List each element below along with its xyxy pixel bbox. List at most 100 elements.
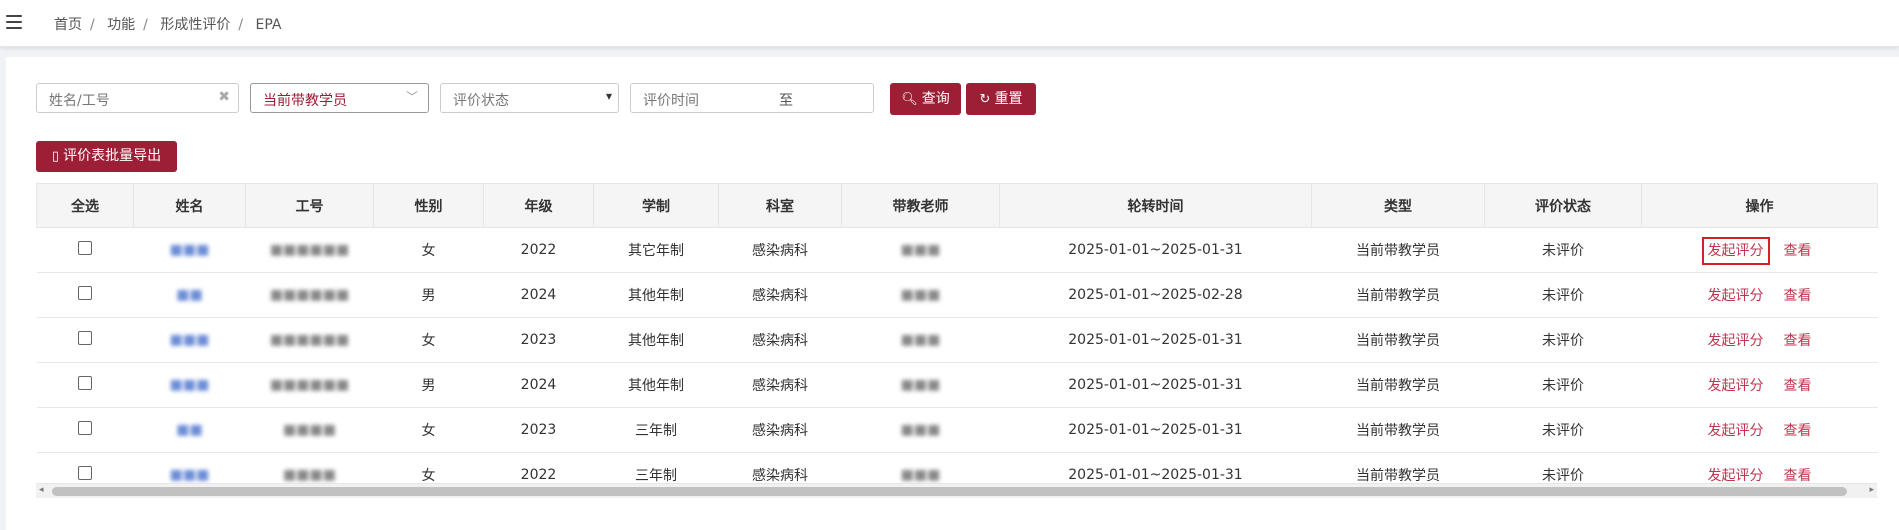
cell-teacher: ■■■ [841,362,1000,408]
row-checkbox [36,407,134,453]
search-icon: 🔍︎ [901,92,918,107]
cell-name[interactable]: ■■ [133,272,246,318]
horizontal-scrollbar[interactable]: ◂ ▸ [36,483,1877,498]
start-rating-link[interactable]: 发起评分 [1708,288,1764,304]
header-select-all[interactable]: 全选 [36,183,134,228]
cell-actions: 发起评分 查看 [1641,362,1878,408]
cell-dept: 感染病科 [718,407,842,453]
view-link[interactable]: 查看 [1784,468,1812,484]
cell-grade: 2024 [483,362,594,408]
cell-system: 三年制 [593,407,719,453]
row-checkbox[interactable] [78,331,92,345]
cell-system: 其他年制 [593,317,719,363]
start-rating-link[interactable]: 发起评分 [1708,333,1764,349]
scroll-right-icon[interactable]: ▸ [1869,485,1874,495]
breadcrumb-home[interactable]: 首页 [54,17,82,33]
cell-status: 未评价 [1484,362,1642,408]
header-grade: 年级 [483,183,594,228]
row-checkbox [36,317,134,363]
time-range-input[interactable]: 评价时间 至 [630,83,874,113]
cell-id: ■■■■■■ [245,317,374,363]
table-row: ■■■ ■■■■■■ 女 2023 其他年制 感染病科 ■■■ 2025-01-01~2025… [36,317,1878,363]
row-checkbox[interactable] [78,286,92,300]
cell-teacher: ■■■ [841,272,1000,318]
row-checkbox[interactable] [78,421,92,435]
reset-label: 重置 [994,91,1023,107]
view-link[interactable]: 查看 [1784,333,1812,349]
cell-status: 未评价 [1484,407,1642,453]
cell-id: ■■■■ [245,407,374,453]
cell-grade: 2023 [483,407,594,453]
header-type: 类型 [1311,183,1485,228]
reset-button[interactable]: ↻ 重置 [966,83,1036,115]
cell-dept: 感染病科 [718,317,842,363]
teacher-select-value: 当前带教学员 [263,93,347,109]
cell-dept: 感染病科 [718,227,842,273]
cell-grade: 2022 [483,227,594,273]
pdf-icon: ▯ [51,149,60,164]
breadcrumb-function[interactable]: 功能 [107,17,135,33]
time-placeholder: 评价时间 [643,93,699,109]
header-id: 工号 [245,183,374,228]
row-checkbox[interactable] [78,376,92,390]
cell-name[interactable]: ■■■ [133,317,246,363]
cell-gender: 男 [373,272,484,318]
cell-dept: 感染病科 [718,272,842,318]
cell-teacher: ■■■ [841,227,1000,273]
clear-icon[interactable]: ✖ [218,89,230,105]
start-rating-link[interactable]: 发起评分 [1701,237,1770,265]
export-button[interactable]: ▯ 评价表批量导出 [36,141,177,172]
cell-gender: 男 [373,362,484,408]
status-select[interactable]: 评价状态 ▾ [440,83,619,113]
cell-type: 当前带教学员 [1311,317,1485,363]
view-link[interactable]: 查看 [1784,423,1812,439]
cell-status: 未评价 [1484,317,1642,363]
row-checkbox[interactable] [78,466,92,480]
cell-id: ■■■■■■ [245,227,374,273]
status-placeholder: 评价状态 [453,93,509,109]
breadcrumb-formative[interactable]: 形成性评价 [160,17,230,33]
export-label: 评价表批量导出 [63,148,162,164]
row-checkbox [36,227,134,273]
name-search-input[interactable]: 姓名/工号 ✖ [36,83,239,113]
search-button[interactable]: 🔍︎ 查询 [890,83,961,115]
cell-teacher: ■■■ [841,317,1000,363]
cell-rotation-time: 2025-01-01~2025-01-31 [999,227,1312,273]
cell-system: 其它年制 [593,227,719,273]
cell-grade: 2023 [483,317,594,363]
cell-gender: 女 [373,317,484,363]
cell-name[interactable]: ■■■ [133,227,246,273]
view-link[interactable]: 查看 [1784,378,1812,394]
cell-name[interactable]: ■■■ [133,362,246,408]
cell-rotation-time: 2025-01-01~2025-01-31 [999,362,1312,408]
cell-rotation-time: 2025-01-01~2025-01-31 [999,317,1312,363]
start-rating-link[interactable]: 发起评分 [1708,468,1764,484]
cell-id: ■■■■■■ [245,362,374,408]
table-row: ■■ ■■■■ 女 2023 三年制 感染病科 ■■■ 2025-01-01~2025-01-… [36,407,1878,453]
cell-actions: 发起评分 查看 [1641,272,1878,318]
cell-status: 未评价 [1484,272,1642,318]
start-rating-link[interactable]: 发起评分 [1708,378,1764,394]
menu-icon[interactable] [6,15,22,29]
row-checkbox[interactable] [78,241,92,255]
start-rating-link[interactable]: 发起评分 [1708,423,1764,439]
scrollbar-thumb[interactable] [52,487,1847,496]
time-to-label: 至 [779,93,793,109]
table-row: ■■■ ■■■■■■ 男 2024 其他年制 感染病科 ■■■ 2025-01-01~2025… [36,362,1878,408]
cell-gender: 女 [373,227,484,273]
view-link[interactable]: 查看 [1784,288,1812,304]
cell-grade: 2024 [483,272,594,318]
search-label: 查询 [921,91,950,107]
refresh-icon: ↻ [979,92,991,107]
table-row: ■■ ■■■■■■ 男 2024 其他年制 感染病科 ■■■ 2025-01-01~2025-… [36,272,1878,318]
data-table: 全选 姓名 工号 性别 年级 学制 科室 带教老师 轮转时间 类型 评价状态 操… [36,183,1878,498]
teacher-select[interactable]: 当前带教学员 ﹀ [250,83,429,113]
cell-type: 当前带教学员 [1311,362,1485,408]
scroll-left-icon[interactable]: ◂ [39,485,44,495]
cell-name[interactable]: ■■ [133,407,246,453]
name-placeholder: 姓名/工号 [49,93,110,109]
cell-type: 当前带教学员 [1311,407,1485,453]
view-link[interactable]: 查看 [1784,243,1812,259]
header-dept: 科室 [718,183,842,228]
cell-actions: 发起评分 查看 [1641,317,1878,363]
